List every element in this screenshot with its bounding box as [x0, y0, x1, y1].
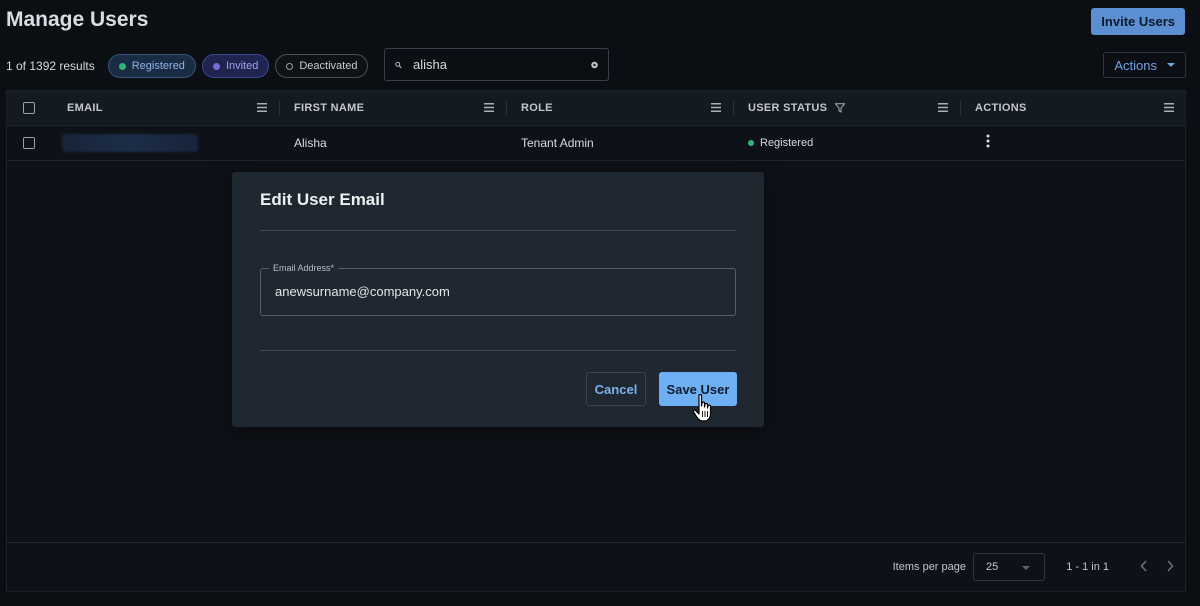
hamburger-icon[interactable]: [257, 103, 267, 112]
edit-user-email-dialog: Edit User Email Email Address* Cancel Sa…: [232, 172, 764, 427]
search-box: [384, 48, 609, 81]
chevron-right-icon[interactable]: [1165, 560, 1175, 572]
column-divider: [733, 101, 734, 115]
filter-chip-invited[interactable]: Invited: [201, 54, 270, 78]
search-input[interactable]: [411, 56, 591, 73]
invited-dot-icon: [212, 62, 220, 70]
column-role[interactable]: ROLE: [506, 91, 733, 125]
dialog-title: Edit User Email: [260, 190, 385, 209]
items-per-page-label: Items per page: [892, 561, 966, 573]
cancel-button[interactable]: Cancel: [586, 372, 646, 406]
clear-circle-icon[interactable]: [591, 58, 598, 72]
results-count: 1 of 1392 results: [6, 59, 95, 73]
actions-label: Actions: [1114, 57, 1157, 73]
column-actions[interactable]: ACTIONS: [960, 91, 1186, 125]
actions-dropdown[interactable]: Actions: [1103, 52, 1186, 78]
column-label: USER STATUS: [748, 102, 828, 114]
filter-icon[interactable]: [835, 103, 846, 113]
select-all-checkbox[interactable]: [23, 102, 35, 114]
hand-pointer-icon: [692, 393, 712, 422]
page-title: Manage Users: [6, 8, 149, 31]
status-cell: Registered: [748, 126, 813, 160]
role-cell: Tenant Admin: [521, 136, 594, 150]
chip-label: Deactivated: [299, 60, 358, 72]
chevron-down-icon: [1167, 63, 1175, 67]
pagination-range: 1 - 1 in 1: [1066, 561, 1109, 573]
header-checkbox-cell: [23, 91, 35, 125]
status-badge: Registered: [760, 137, 814, 149]
filter-chip-registered[interactable]: Registered: [107, 54, 196, 78]
row-checkbox[interactable]: [23, 137, 35, 149]
chip-label: Invited: [225, 60, 259, 72]
filter-chip-deactivated[interactable]: Deactivated: [275, 54, 369, 78]
table-footer: Items per page 25 1 - 1 in 1: [7, 542, 1185, 591]
redacted-email: [62, 134, 198, 152]
actions-cell: [986, 124, 990, 158]
column-label: EMAIL: [67, 102, 103, 114]
items-per-page-select[interactable]: 25: [973, 553, 1045, 581]
email-field-label: Email Address*: [269, 263, 339, 273]
toolbar: 1 of 1392 results Registered Invited Dea…: [6, 52, 374, 80]
invite-users-button[interactable]: Invite Users: [1091, 8, 1185, 35]
search-icon: [395, 61, 402, 68]
column-user-status[interactable]: USER STATUS: [733, 91, 960, 125]
vertical-dots-icon[interactable]: [986, 134, 990, 148]
hamburger-icon[interactable]: [1164, 103, 1174, 112]
hamburger-icon[interactable]: [711, 103, 721, 112]
column-email[interactable]: EMAIL: [57, 91, 279, 125]
chip-label: Registered: [131, 60, 185, 72]
hamburger-icon[interactable]: [938, 103, 948, 112]
divider: [260, 230, 736, 231]
chevron-left-icon[interactable]: [1139, 560, 1149, 572]
email-input[interactable]: [273, 283, 717, 300]
chevron-down-icon: [1022, 566, 1030, 570]
registered-dot-icon: [118, 62, 126, 70]
hamburger-icon[interactable]: [484, 103, 494, 112]
column-divider: [279, 101, 280, 115]
column-divider: [960, 101, 961, 115]
table-row[interactable]: Alisha Tenant Admin Registered: [7, 126, 1185, 161]
registered-dot-icon: [748, 140, 754, 146]
column-label: FIRST NAME: [294, 102, 365, 114]
row-checkbox-cell: [23, 126, 35, 160]
items-per-page-value: 25: [986, 561, 999, 573]
column-label: ROLE: [521, 102, 553, 114]
column-divider: [506, 101, 507, 115]
first-name-cell: Alisha: [294, 136, 327, 150]
column-label: ACTIONS: [975, 102, 1027, 114]
divider: [260, 350, 736, 351]
column-first-name[interactable]: FIRST NAME: [279, 91, 506, 125]
table-header: EMAIL FIRST NAME ROLE USER STATUS ACTION…: [7, 91, 1185, 126]
deactivated-dot-icon: [286, 62, 294, 70]
email-field: Email Address*: [260, 263, 736, 316]
email-cell: [62, 126, 198, 160]
